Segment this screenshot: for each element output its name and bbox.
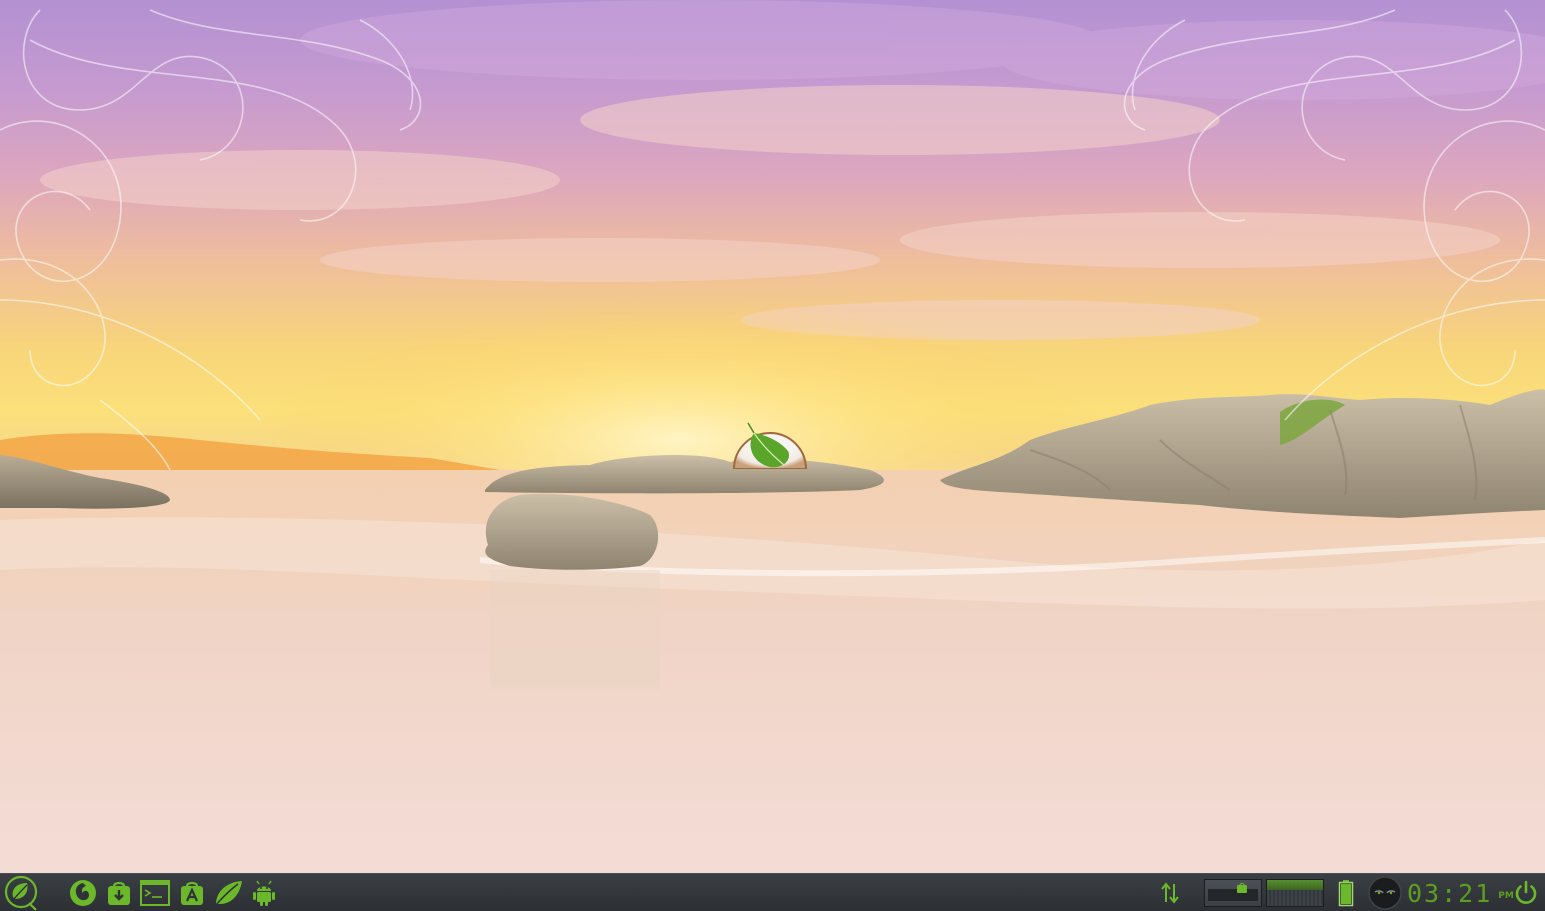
power-button[interactable] xyxy=(1510,877,1542,909)
app-store-bag-icon xyxy=(181,881,203,905)
desktop-leaf-logo-icon xyxy=(732,415,808,469)
clock[interactable]: 03:21 PM xyxy=(1407,876,1514,910)
user-avatar[interactable] xyxy=(1367,876,1403,910)
workspace-2[interactable] xyxy=(1266,879,1324,907)
wallpaper xyxy=(0,0,1545,873)
workspace-2-active-indicator xyxy=(1267,880,1323,890)
desktop: 03:21 PM xyxy=(0,0,1545,911)
battery-indicator[interactable] xyxy=(1335,877,1357,909)
leaf-icon xyxy=(214,881,242,907)
app-store-launcher[interactable] xyxy=(176,877,208,909)
android-icon xyxy=(253,880,275,906)
package-installer-launcher[interactable] xyxy=(103,877,135,909)
terminal-launcher[interactable] xyxy=(139,877,171,909)
network-arrows-icon xyxy=(1161,882,1179,904)
leaf-launcher[interactable] xyxy=(211,877,245,909)
taskbar: 03:21 PM xyxy=(0,873,1545,911)
leaf-circle-icon xyxy=(4,875,38,911)
clock-time: 03:21 xyxy=(1407,878,1493,908)
workspace-1-window-preview xyxy=(1208,889,1258,901)
start-menu-button[interactable] xyxy=(2,875,40,911)
workspace-1[interactable] xyxy=(1204,879,1262,907)
battery-icon xyxy=(1338,880,1354,907)
firefox-launcher[interactable] xyxy=(66,877,100,909)
power-icon xyxy=(1515,880,1537,904)
firefox-icon xyxy=(70,880,96,906)
terminal-icon xyxy=(140,880,170,906)
android-launcher[interactable] xyxy=(248,877,280,909)
network-indicator[interactable] xyxy=(1156,877,1184,909)
download-bag-icon xyxy=(108,881,130,905)
workspace-1-app-icon xyxy=(1237,883,1247,893)
avatar-icon xyxy=(1368,876,1402,910)
